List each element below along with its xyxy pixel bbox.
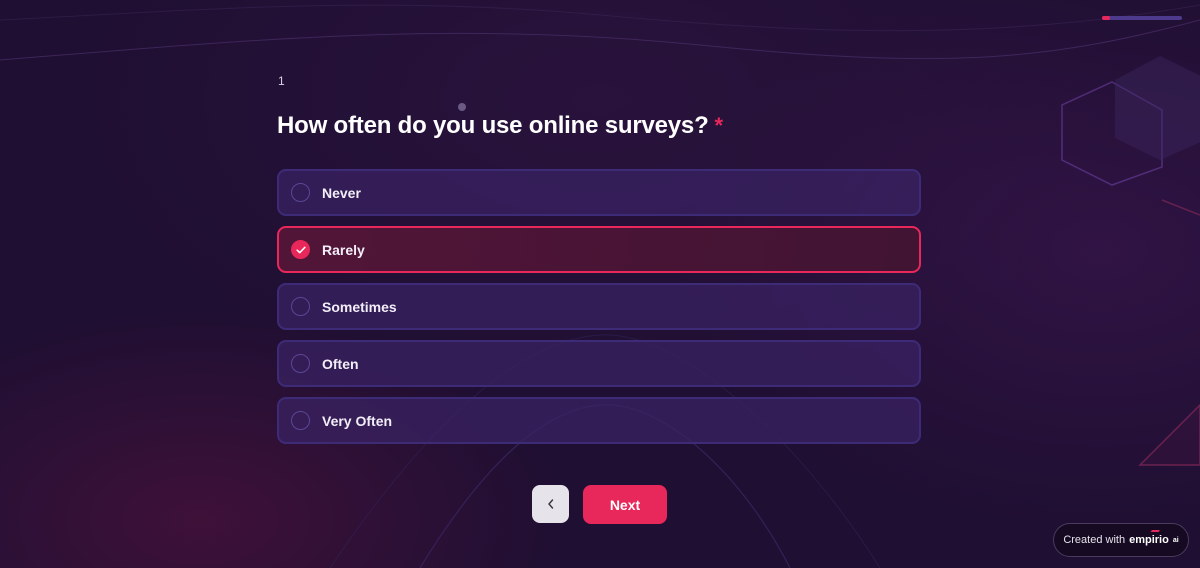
radio-checked-icon[interactable] bbox=[291, 240, 310, 259]
answer-option[interactable]: Very Often bbox=[277, 397, 921, 444]
radio-unchecked-icon[interactable] bbox=[291, 297, 310, 316]
back-button[interactable] bbox=[532, 485, 569, 523]
answer-option[interactable]: Rarely bbox=[277, 226, 921, 273]
question-number: 1 bbox=[278, 74, 285, 88]
answer-option-label: Sometimes bbox=[322, 298, 397, 315]
brand-tick-icon bbox=[1149, 530, 1160, 533]
brand-suffix: ai bbox=[1172, 536, 1179, 544]
next-button[interactable]: Next bbox=[583, 485, 667, 524]
question-title: How often do you use online surveys? * bbox=[277, 112, 723, 140]
progress-bar-fill bbox=[1102, 16, 1110, 20]
answer-option[interactable]: Never bbox=[277, 169, 921, 216]
answer-option-label: Never bbox=[322, 184, 361, 201]
brand-name: empirio bbox=[1129, 534, 1169, 546]
chevron-left-icon bbox=[547, 499, 553, 509]
answer-options: Never Rarely Sometimes Often Very Often bbox=[277, 169, 921, 454]
answer-option[interactable]: Often bbox=[277, 340, 921, 387]
answer-option-label: Rarely bbox=[322, 241, 365, 258]
answer-option-label: Often bbox=[322, 355, 359, 372]
required-asterisk: * bbox=[714, 113, 724, 138]
radio-unchecked-icon[interactable] bbox=[291, 354, 310, 373]
navigation-buttons: Next bbox=[532, 485, 667, 524]
answer-option-label: Very Often bbox=[322, 412, 393, 429]
badge-prefix: Created with bbox=[1063, 534, 1126, 546]
radio-unchecked-icon[interactable] bbox=[291, 183, 310, 202]
brand-logo: empirio bbox=[1129, 530, 1169, 546]
question-title-text: How often do you use online surveys? bbox=[277, 112, 709, 139]
radio-unchecked-icon[interactable] bbox=[291, 411, 310, 430]
checkmark-icon bbox=[295, 246, 306, 253]
created-with-badge[interactable]: Created with empirio ai bbox=[1053, 523, 1189, 557]
progress-bar bbox=[1102, 16, 1182, 20]
answer-option[interactable]: Sometimes bbox=[277, 283, 921, 330]
